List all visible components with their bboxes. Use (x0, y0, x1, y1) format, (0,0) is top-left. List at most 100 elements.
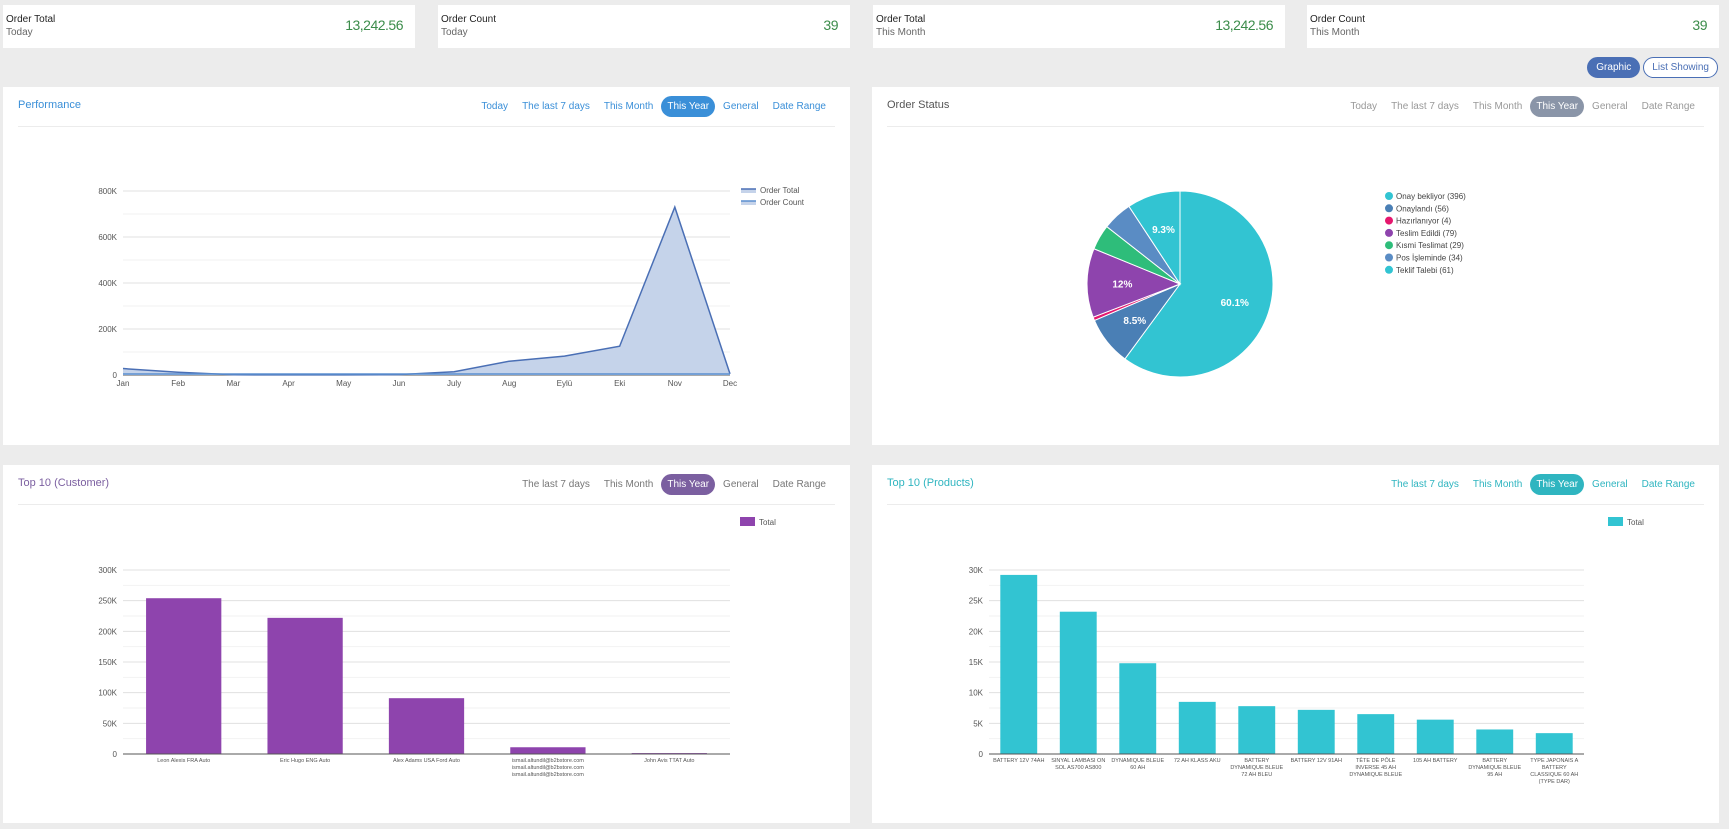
y-tick-label: 10K (969, 689, 984, 698)
x-tick-label: DYNAMIQUE BLEUE (1230, 765, 1283, 771)
bar-2 (267, 617, 343, 754)
performance-chart: 0200K400K600K800KJan Feb Mar Apr May Jun July A… (98, 186, 804, 388)
bar-10 (1535, 733, 1573, 754)
bar-8 (1416, 719, 1454, 754)
bar-3 (1119, 663, 1157, 754)
order-status-panel: Order Status Today The last 7 days This Mo… (872, 87, 1719, 445)
stat-period: Today (441, 27, 468, 38)
y-tick-label: 20K (969, 627, 984, 636)
x-tick-label: John Avis TTAT Auto (644, 758, 694, 764)
legend-marker (1385, 253, 1393, 262)
stat-label: Order Count (1310, 14, 1366, 25)
legend-marker (1385, 192, 1393, 200)
legend-label: Onaylandı (56) (1396, 204, 1449, 213)
stat-card-order-count-today: Order Count Today 39 (438, 5, 850, 48)
x-tick-label: BATTERY 12V 74AH (993, 758, 1044, 764)
legend-label: Total (759, 518, 776, 527)
y-tick-label: 600K (98, 233, 117, 242)
x-tick-label: Dec (723, 379, 737, 388)
stat-label: Order Total (876, 14, 926, 25)
legend-label: Pos İşleminde (34) (1396, 254, 1463, 263)
x-tick-label: 95 AH (1487, 772, 1502, 778)
y-tick-label: 150K (98, 658, 117, 667)
x-tick-label: 72 AH KLASS AKU (1174, 758, 1221, 764)
x-tick-label: DYNAMIQUE BLEUE (1111, 758, 1164, 764)
x-tick-label: Jan (117, 379, 130, 388)
view-toggle: Graphic List Showing (1587, 57, 1718, 78)
legend-marker (1385, 241, 1393, 250)
x-tick-label: SINYAL LAMBASI ON (1051, 758, 1105, 764)
x-tick-label: July (447, 379, 461, 388)
legend-marker (1385, 204, 1393, 213)
bar-3 (388, 698, 465, 754)
x-tick-label: May (336, 379, 351, 388)
x-tick-label: 105 AH BATTERY (1413, 758, 1458, 764)
order-total-area (123, 207, 730, 375)
x-tick-label: (TYPE DAR) (1539, 779, 1570, 785)
stat-label: Order Total (6, 14, 56, 25)
stat-card-order-count-month: Order Count This Month 39 (1307, 5, 1719, 48)
x-tick-label: ismail.altundil@b2bstore.com (512, 765, 584, 771)
x-tick-label: 60 AH (1130, 765, 1145, 771)
x-tick-label: ismail.altundil@b2bstore.com (512, 758, 584, 764)
y-tick-label: 50K (103, 719, 118, 728)
x-tick-label: Leon Alexis FRA Auto (157, 758, 210, 764)
y-tick-label: 100K (98, 689, 117, 698)
pie-slice-label: 8.5% (1123, 316, 1146, 327)
legend-label: Order Total (760, 186, 800, 195)
y-tick-label: 250K (98, 597, 117, 606)
performance-panel: Performance Today The last 7 days This Mon… (3, 87, 850, 445)
stat-label: Order Count (441, 14, 497, 25)
x-tick-label: BATTERY (1542, 765, 1567, 771)
legend-marker (1385, 216, 1393, 225)
legend-swatch (1608, 517, 1623, 526)
x-tick-label: DYNAMIQUE BLEUE (1349, 772, 1402, 778)
legend-marker (1385, 228, 1393, 237)
top-customers-panel: Top 10 (Customer) The last 7 days This Mo… (3, 465, 850, 823)
y-tick-label: 5K (973, 719, 983, 728)
pie-slice-label: 9.3% (1152, 225, 1175, 236)
x-tick-label: DYNAMIQUE BLEUE (1468, 765, 1521, 771)
legend-label: Kısmi Teslimat (29) (1396, 241, 1464, 250)
pie-slice-label: 60.1% (1221, 298, 1249, 309)
x-tick-label: Feb (171, 379, 185, 388)
legend-label: Teslim Edildi (79) (1396, 229, 1457, 238)
y-tick-label: 400K (98, 279, 117, 288)
x-tick-label: 72 AH BLEU (1241, 772, 1272, 778)
legend-label: Hazırlanıyor (4) (1396, 217, 1451, 226)
x-tick-label: TÊTE DE PÔLE (1356, 756, 1396, 764)
stat-value: 13,242.56 (345, 17, 403, 33)
legend-label: Onay bekliyor (396) (1396, 192, 1466, 201)
list-view-button[interactable]: List Showing (1643, 57, 1718, 78)
top-products-chart: 0 5K 10K 15K 20K 25K 30K BATTERY 12V 74AH SINYAL… (969, 517, 1644, 785)
x-tick-label: Jun (392, 379, 405, 388)
x-tick-label: SOL AS700 AS800 (1055, 765, 1101, 771)
x-tick-label: Aug (502, 379, 516, 388)
y-tick-label: 200K (98, 627, 117, 636)
graphic-view-button[interactable]: Graphic (1587, 57, 1641, 78)
stat-value: 13,242.56 (1215, 17, 1273, 33)
stat-value: 39 (823, 17, 838, 33)
x-tick-label: BATTERY (1244, 758, 1269, 764)
x-tick-label: Eric Hugo ENG Auto (280, 758, 330, 764)
top-products-panel: Top 10 (Products) The last 7 days This Mo… (872, 465, 1719, 823)
y-tick-label: 800K (98, 187, 117, 196)
top-customers-chart: 0 50K 100K 150K 200K 250K 300K Leon Alexis FRA … (98, 517, 776, 778)
x-tick-label: Mar (226, 379, 240, 388)
x-tick-label: CLASSIQUE 60 AH (1530, 772, 1578, 778)
order-status-chart: 60.1% 8.5% 12% 9.3% Onay bekliyor (396) Onayl… (1086, 190, 1466, 378)
x-tick-label: ismail.altundil@b2bstore.com (512, 772, 584, 778)
y-tick-label: 25K (969, 597, 984, 606)
stat-period: This Month (1310, 27, 1360, 38)
x-tick-label: Eki (614, 379, 625, 388)
legend-label: Total (1627, 518, 1644, 527)
bar-4 (510, 747, 586, 754)
legend-swatch (740, 517, 755, 526)
x-tick-label: BATTERY 12V 91AH (1291, 758, 1342, 764)
x-tick-label: TYPE JAPONAIS A (1530, 758, 1578, 764)
legend-marker (1385, 265, 1393, 274)
stat-value: 39 (1692, 17, 1707, 33)
y-tick-label: 15K (969, 658, 984, 667)
x-tick-label: Apr (282, 379, 295, 388)
bar-7 (1357, 714, 1395, 754)
